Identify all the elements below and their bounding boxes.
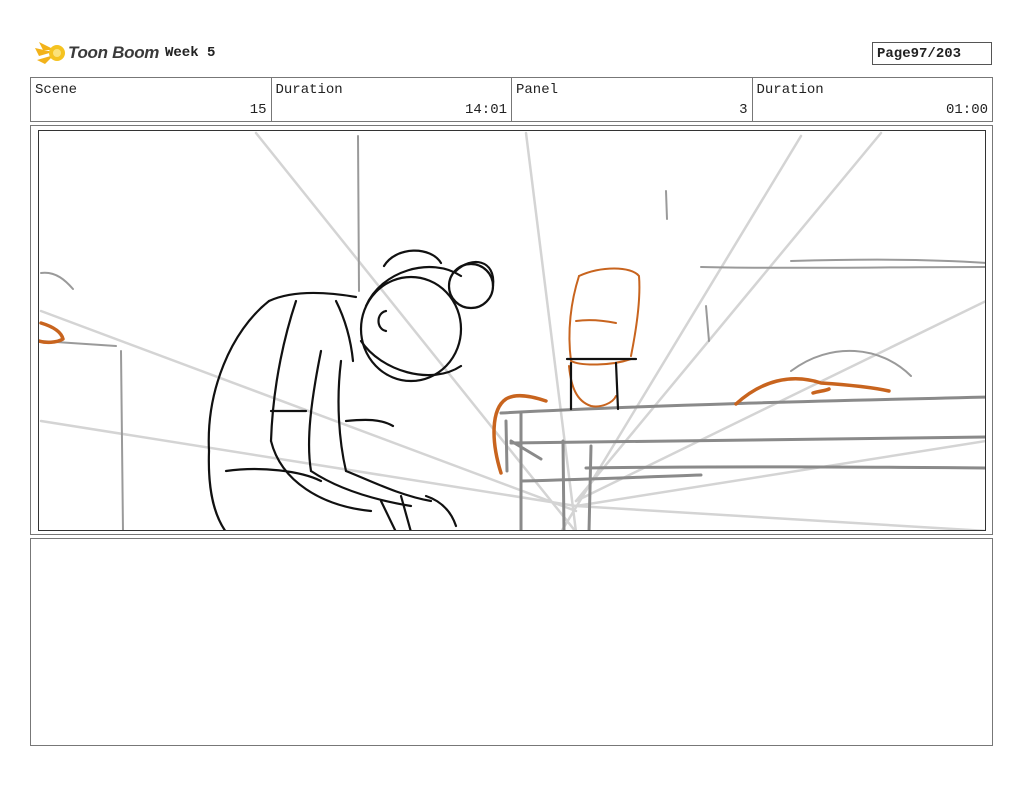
scene-duration-label: Duration bbox=[275, 82, 343, 98]
logo-text: Toon Boom bbox=[68, 43, 160, 62]
page-number: 97/203 bbox=[910, 45, 962, 62]
scene-value: 15 bbox=[249, 102, 267, 118]
page-label: Page bbox=[877, 45, 911, 62]
perspective-guides bbox=[39, 131, 985, 530]
panel-value: 3 bbox=[739, 102, 748, 118]
background-lines bbox=[40, 135, 985, 530]
panel-cell: Panel 3 bbox=[512, 78, 753, 121]
panel-duration-label: Duration bbox=[756, 82, 824, 98]
scene-duration-value: 14:01 bbox=[464, 102, 507, 118]
panel-duration-value: 01:00 bbox=[945, 102, 988, 118]
panel-duration-cell: Duration 01:00 bbox=[753, 78, 993, 121]
scene-duration-cell: Duration 14:01 bbox=[272, 78, 512, 121]
storyboard-panel[interactable] bbox=[38, 130, 986, 531]
page-indicator: Page 97/203 bbox=[872, 42, 992, 65]
panel-sketch bbox=[39, 131, 985, 530]
panel-info-row: Scene 15 Duration 14:01 Panel 3 Duration… bbox=[30, 77, 993, 122]
cup-outline bbox=[565, 357, 638, 411]
scene-cell: Scene 15 bbox=[31, 78, 272, 121]
panel-notes[interactable] bbox=[30, 538, 993, 746]
orange-strokes bbox=[39, 321, 891, 475]
scene-label: Scene bbox=[35, 82, 78, 98]
rough-props bbox=[568, 267, 641, 408]
project-title: Week 5 bbox=[165, 45, 216, 61]
panel-label: Panel bbox=[516, 82, 559, 98]
